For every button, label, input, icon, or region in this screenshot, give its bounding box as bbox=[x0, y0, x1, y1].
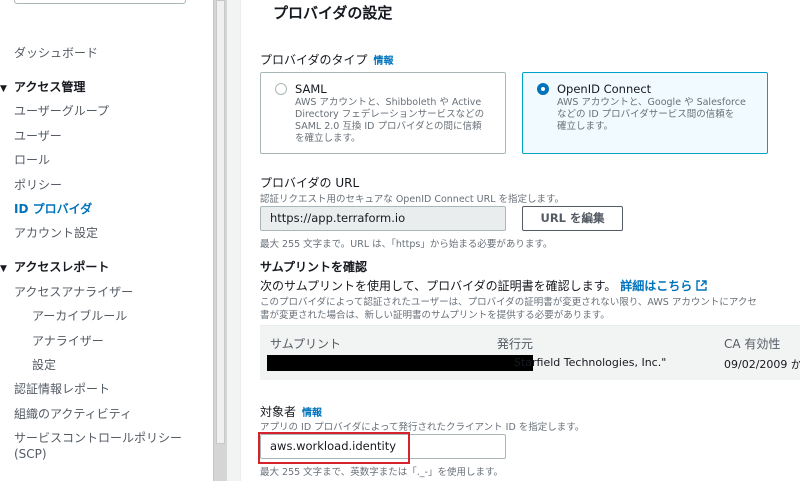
sidebar-item-scp-suffix[interactable]: (SCP) bbox=[14, 447, 47, 461]
provider-type-info-link[interactable]: 情報 bbox=[374, 56, 394, 67]
learn-more-link-text: 詳細はこちら bbox=[620, 279, 693, 293]
thumbprint-desc-line1: このプロバイダによって認証されたユーザーは、プロバイダの証明書が変更されない限り… bbox=[260, 297, 757, 308]
sidebar-item-archive-rules[interactable]: アーカイブルール bbox=[32, 307, 127, 324]
scrollbar-thumb[interactable] bbox=[216, 0, 225, 444]
learn-more-link[interactable]: 詳細はこちら bbox=[620, 279, 708, 293]
sidebar-item-access-analyzer[interactable]: アクセスアナライザー bbox=[14, 283, 133, 300]
provider-url-label: プロバイダの URL bbox=[260, 176, 360, 190]
saml-title: SAML bbox=[295, 82, 327, 96]
audience-hint: 最大 255 文字まで、英数字または「._-」を使用します。 bbox=[260, 467, 504, 478]
section-label: アクセス管理 bbox=[14, 80, 86, 94]
audience-info-link[interactable]: 情報 bbox=[302, 408, 322, 419]
collapse-triangle-icon: ▼ bbox=[0, 264, 7, 274]
sidebar-search-input[interactable] bbox=[14, 0, 186, 4]
col-issuer: 発行元 bbox=[497, 337, 534, 351]
sidebar-section-access-reports[interactable]: ▼ アクセスレポート bbox=[0, 258, 109, 275]
collapse-triangle-icon: ▼ bbox=[0, 84, 7, 94]
thumbprint-body-text: 次のサムプリントを使用して、プロバイダの証明書を確認します。 bbox=[260, 279, 617, 293]
thumbprint-section-title: サムプリントを確認 bbox=[260, 260, 368, 274]
sidebar: ダッシュボード ▼ アクセス管理 ユーザーグループ ユーザー ロール ポリシー I… bbox=[0, 0, 213, 481]
radio-openid-connect[interactable] bbox=[537, 83, 549, 95]
provider-url-field[interactable]: https://app.terraform.io bbox=[260, 206, 506, 231]
saml-desc-line: を確立します。 bbox=[295, 133, 361, 144]
redacted-thumbprint bbox=[267, 355, 533, 371]
radio-card-saml[interactable]: SAML AWS アカウントと、Shibboleth や Active Dire… bbox=[260, 72, 506, 154]
provider-url-hint: 最大 255 文字まで。URL は、「https」から始まる必要があります。 bbox=[260, 239, 553, 250]
highlight-annotation-box bbox=[258, 432, 410, 464]
sidebar-item-roles[interactable]: ロール bbox=[14, 151, 50, 168]
sidebar-item-credential-report[interactable]: 認証情報レポート bbox=[14, 380, 110, 397]
provider-url-description: 認証リクエスト用のセキュアな OpenID Connect URL を指定します… bbox=[260, 194, 565, 205]
oidc-desc-line: などの ID プロバイダサービス間の信頼を bbox=[557, 109, 735, 120]
oidc-desc-line: 確立します。 bbox=[557, 121, 614, 132]
openid-connect-title: OpenID Connect bbox=[557, 82, 652, 96]
saml-desc-line: Directory フェデレーションサービスなどの bbox=[295, 109, 485, 120]
thumbprint-desc-line2: 書が変更された場合は、新しい証明書のサムプリントを提供する必要があります。 bbox=[260, 310, 610, 321]
sidebar-item-dashboard[interactable]: ダッシュボード bbox=[14, 44, 98, 61]
sidebar-item-organization-activity[interactable]: 組織のアクティビティ bbox=[14, 405, 132, 422]
audience-label: 対象者 情報 bbox=[260, 403, 322, 420]
section-label: アクセスレポート bbox=[14, 260, 110, 274]
provider-type-label-text: プロバイダのタイプ bbox=[260, 53, 368, 67]
radio-saml[interactable] bbox=[275, 83, 287, 95]
audience-description: アプリの ID プロバイダによって発行されたクライアント ID を指定します。 bbox=[260, 422, 585, 433]
sidebar-scrollbar[interactable] bbox=[213, 0, 227, 481]
provider-settings-panel: プロバイダの設定 プロバイダのタイプ 情報 SAML AWS アカウントと、Shi… bbox=[240, 0, 800, 481]
sidebar-item-account-settings[interactable]: アカウント設定 bbox=[14, 224, 98, 241]
openid-connect-description: AWS アカウントと、Google や Salesforce などの ID プロ… bbox=[557, 97, 746, 133]
issuer-cell: Starfield Technologies, Inc." bbox=[514, 356, 667, 369]
radio-card-openid-connect[interactable]: OpenID Connect AWS アカウントと、Google や Sales… bbox=[522, 72, 768, 154]
col-thumbprint: サムプリント bbox=[270, 337, 342, 351]
sidebar-item-users[interactable]: ユーザー bbox=[14, 127, 62, 144]
ca-validity-cell: 09/02/2009 か bbox=[724, 358, 800, 371]
saml-desc-line: SAML 2.0 互換 ID プロバイダとの間に信頼 bbox=[295, 121, 482, 132]
page-title: プロバイダの設定 bbox=[273, 4, 393, 22]
sidebar-item-analyzers[interactable]: アナライザー bbox=[32, 332, 104, 349]
sidebar-item-settings[interactable]: 設定 bbox=[32, 356, 56, 373]
saml-desc-line: AWS アカウントと、Shibboleth や Active bbox=[295, 97, 482, 108]
oidc-desc-line: AWS アカウントと、Google や Salesforce bbox=[557, 97, 746, 108]
sidebar-item-policies[interactable]: ポリシー bbox=[14, 176, 62, 193]
sidebar-item-identity-providers[interactable]: ID プロバイダ bbox=[14, 200, 92, 217]
sidebar-section-access-management[interactable]: ▼ アクセス管理 bbox=[0, 78, 85, 95]
external-link-icon bbox=[696, 279, 708, 293]
thumbprint-table: サムプリント 発行元 CA 有効性 Starfield Technologies… bbox=[260, 325, 800, 380]
sidebar-item-user-groups[interactable]: ユーザーグループ bbox=[14, 102, 109, 119]
audience-label-text: 対象者 bbox=[260, 405, 297, 419]
provider-type-label: プロバイダのタイプ 情報 bbox=[260, 51, 394, 68]
col-ca-validity: CA 有効性 bbox=[724, 337, 781, 351]
saml-description: AWS アカウントと、Shibboleth や Active Directory… bbox=[295, 97, 484, 145]
sidebar-item-scp[interactable]: サービスコントロールポリシー bbox=[14, 429, 182, 446]
thumbprint-body: 次のサムプリントを使用して、プロバイダの証明書を確認します。 詳細はこちら bbox=[260, 277, 708, 294]
main-content: プロバイダの設定 プロバイダのタイプ 情報 SAML AWS アカウントと、Shi… bbox=[227, 0, 800, 481]
edit-url-button[interactable]: URL を編集 bbox=[522, 206, 623, 231]
